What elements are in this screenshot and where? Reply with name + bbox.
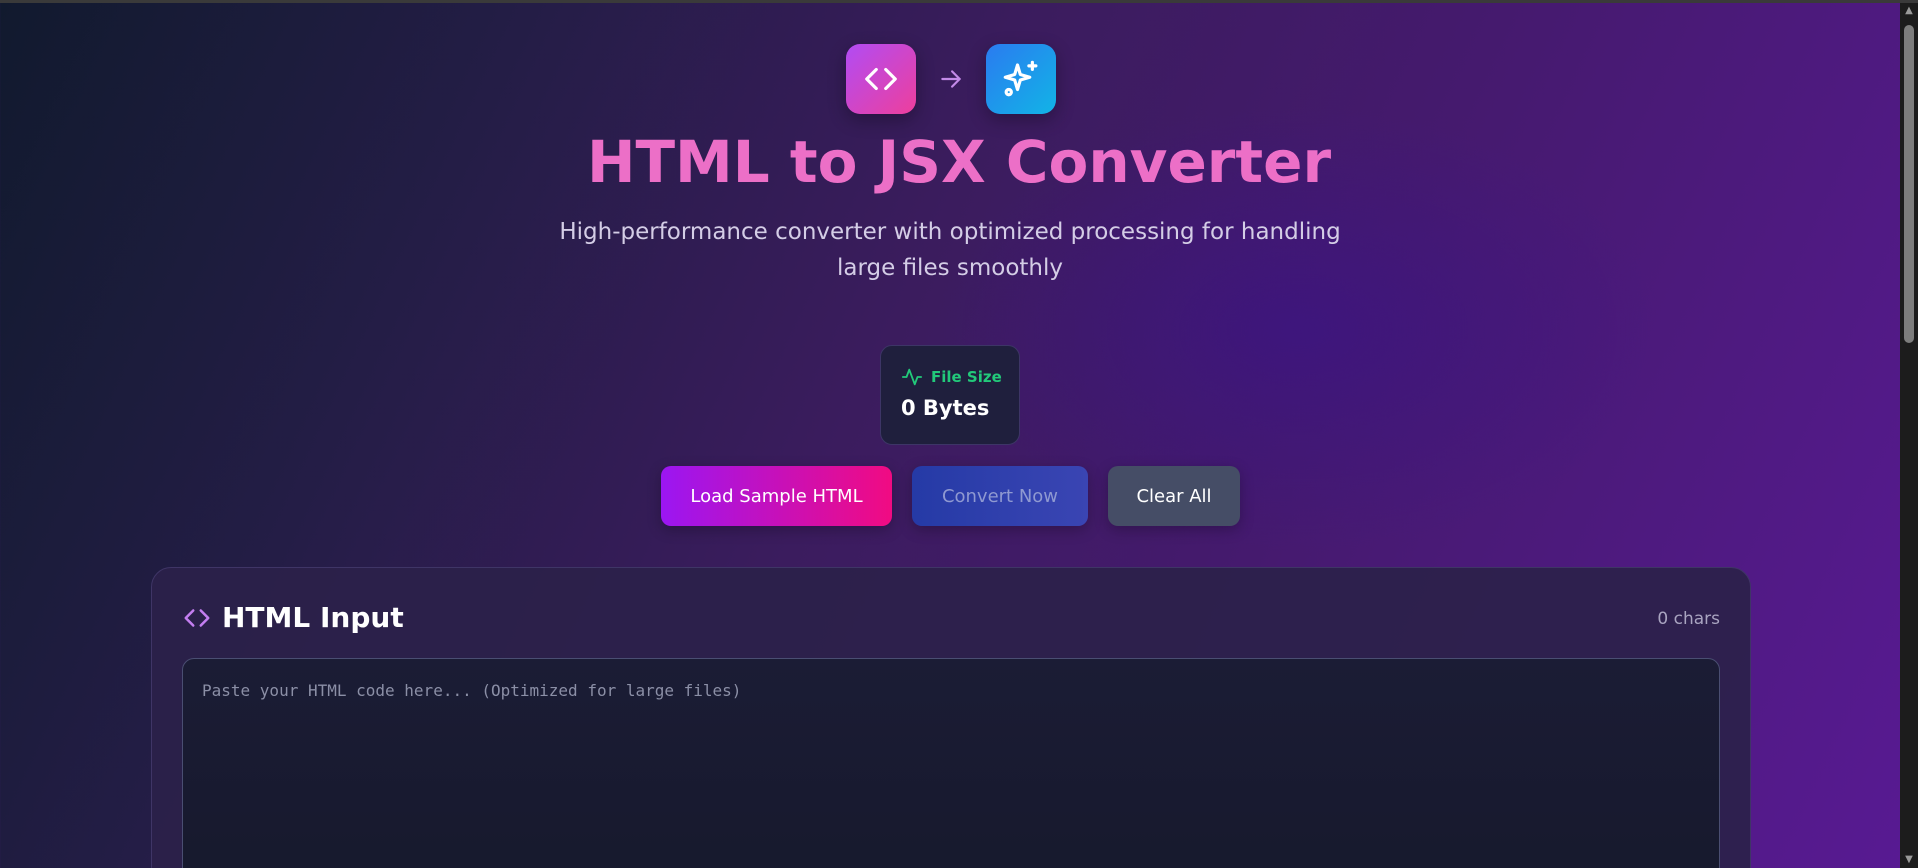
file-size-value: 0 Bytes	[901, 396, 990, 420]
sparkles-icon	[1003, 60, 1038, 97]
convert-now-button[interactable]: Convert Now	[912, 466, 1088, 526]
file-size-header: File Size	[901, 366, 1019, 388]
code-logo	[846, 44, 916, 114]
html-input-panel: HTML Input 0 chars	[151, 567, 1751, 868]
scroll-down-icon[interactable]: ▼	[1900, 852, 1918, 868]
page-title: HTML to JSX Converter	[586, 128, 1332, 196]
load-sample-html-button[interactable]: Load Sample HTML	[661, 466, 892, 526]
scrollbar-thumb[interactable]	[1904, 25, 1914, 343]
clear-all-button[interactable]: Clear All	[1108, 466, 1240, 526]
arrow-right-icon	[916, 66, 986, 92]
scroll-up-icon[interactable]: ▲	[1900, 3, 1918, 19]
char-count: 0 chars	[1657, 609, 1720, 629]
activity-icon	[901, 368, 923, 386]
html-input-header: HTML Input	[182, 601, 404, 634]
file-size-label: File Size	[931, 368, 1002, 386]
page-subtitle: High-performance converter with optimize…	[559, 219, 1341, 281]
window-top-border	[0, 0, 1918, 3]
code-icon	[865, 67, 897, 91]
vertical-scrollbar[interactable]: ▲ ▼	[1900, 3, 1918, 868]
logo-row	[846, 44, 1056, 114]
sparkles-logo	[986, 44, 1056, 114]
file-size-card: File Size 0 Bytes	[880, 345, 1020, 445]
code-icon	[184, 608, 210, 627]
html-input-title: HTML Input	[222, 601, 404, 634]
html-input-textarea[interactable]	[182, 658, 1720, 868]
